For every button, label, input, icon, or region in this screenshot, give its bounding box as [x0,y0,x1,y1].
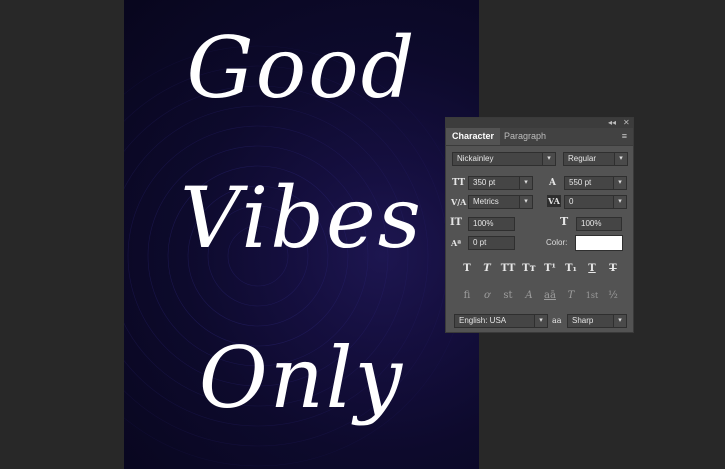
anti-alias-select[interactable]: Sharp ▾ [567,314,627,328]
contextual-alternates-button[interactable]: st [499,289,517,303]
chevron-down-icon[interactable]: ▾ [519,196,532,208]
tracking-field[interactable]: 0 ▾ [564,195,627,209]
chevron-down-icon[interactable]: ▾ [542,153,555,165]
anti-alias-icon: aa [552,316,562,325]
kerning-icon: V/A [451,197,467,207]
baseline-shift-field[interactable]: 0 pt [468,236,515,250]
tab-character[interactable]: Character [446,128,501,145]
kerning-field[interactable]: Metrics ▾ [468,195,533,209]
chevron-down-icon[interactable]: ▾ [613,196,626,208]
vertical-scale-field[interactable]: 100% [468,217,515,231]
horizontal-scale-field[interactable]: 100% [576,217,622,231]
chevron-down-icon[interactable]: ▾ [519,177,532,189]
headline-line-3: Only [198,329,405,427]
small-caps-button[interactable]: Tт [520,262,538,276]
chevron-down-icon[interactable]: ▾ [613,315,626,327]
close-icon[interactable]: ✕ [623,118,630,128]
color-swatch[interactable] [575,235,623,251]
titling-alternates-button[interactable]: T [562,289,580,303]
faux-bold-button[interactable]: T [458,262,476,276]
character-panel: ◂◂ ✕ Character Paragraph ≡ Nickainley ▾ … [445,117,634,333]
fractions-button[interactable]: ½ [604,289,622,303]
strikethrough-button[interactable]: T [604,262,622,276]
swash-button[interactable]: A [520,289,538,303]
subscript-button[interactable]: T₁ [562,262,580,276]
font-size-field[interactable]: 350 pt ▾ [468,176,533,190]
stylistic-alternates-button[interactable]: aā [541,289,559,303]
document-canvas[interactable]: Good Vibes Only [124,0,479,469]
horizontal-scale-icon: T [560,215,569,228]
font-style-select[interactable]: Regular ▾ [563,152,628,166]
chevron-down-icon[interactable]: ▾ [613,177,626,189]
leading-field[interactable]: 550 pt ▾ [564,176,627,190]
leading-icon: A [549,178,556,188]
superscript-button[interactable]: T¹ [541,262,559,276]
discretionary-ligatures-button[interactable]: ơ [478,289,496,303]
vertical-scale-icon: IT [450,217,463,228]
headline-line-2: Vibes [180,169,423,267]
tab-paragraph[interactable]: Paragraph [498,128,552,145]
chevron-down-icon[interactable]: ▾ [534,315,547,327]
panel-tabs: Character Paragraph ≡ [446,128,633,146]
headline-line-1: Good [186,19,417,117]
ordinals-button[interactable]: 1st [583,289,601,303]
chevron-down-icon[interactable]: ▾ [614,153,627,165]
ligatures-button[interactable]: fi [458,289,476,303]
font-family-select[interactable]: Nickainley ▾ [452,152,556,166]
collapse-icon[interactable]: ◂◂ [608,118,616,128]
underline-button[interactable]: T [583,262,601,276]
faux-italic-button[interactable]: T [478,262,496,276]
panel-title-bar[interactable]: ◂◂ ✕ [446,118,633,128]
panel-menu-icon[interactable]: ≡ [622,132,627,141]
baseline-shift-icon: Aª [451,238,462,248]
font-size-icon: TT [452,178,466,188]
language-select[interactable]: English: USA ▾ [454,314,548,328]
tracking-icon: VA [547,195,561,207]
all-caps-button[interactable]: TT [499,262,517,276]
color-label: Color: [546,238,568,247]
